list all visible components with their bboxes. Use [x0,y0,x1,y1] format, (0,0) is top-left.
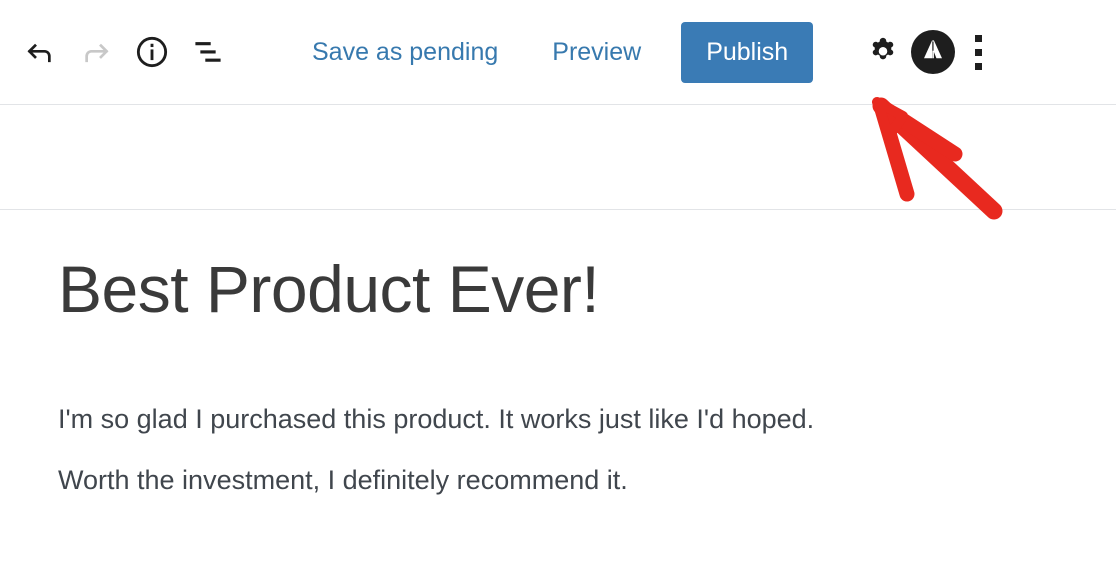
gear-icon [865,34,901,70]
preview-button[interactable]: Preview [548,32,645,73]
post-paragraph-1[interactable]: I'm so glad I purchased this product. It… [58,403,1018,437]
three-dots-vertical-icon [974,34,982,42]
toolbar-right-group [843,0,1001,104]
redo-button[interactable] [68,0,124,104]
post-editor-canvas: Best Product Ever! I'm so glad I purchas… [0,211,1116,567]
toolbar-left-group [0,0,236,104]
editor-toolbar: Save as pending Preview Publish [0,0,1116,105]
jetpack-a-logo-icon [917,34,949,71]
list-view-button[interactable] [180,0,236,104]
three-dots-vertical-icon-dot3 [974,62,982,70]
save-as-pending-button[interactable]: Save as pending [308,32,502,73]
post-body: I'm so glad I purchased this product. It… [58,403,1018,498]
info-circle-icon [134,34,170,70]
settings-button[interactable] [855,0,911,104]
three-dots-vertical-icon-dot2 [974,48,982,56]
publish-button[interactable]: Publish [681,21,814,83]
secondary-toolbar-strip [0,105,1116,210]
list-view-icon [190,34,226,70]
more-options-button[interactable] [955,0,1001,104]
post-title[interactable]: Best Product Ever! [58,252,600,327]
toolbar-actions-group: Save as pending Preview Publish [308,0,814,104]
avatar[interactable] [911,30,956,74]
redo-arrow-icon [79,35,113,69]
undo-button[interactable] [12,0,68,104]
details-button[interactable] [124,0,180,104]
post-paragraph-2[interactable]: Worth the investment, I definitely recom… [58,464,1018,498]
undo-arrow-icon [23,35,57,69]
